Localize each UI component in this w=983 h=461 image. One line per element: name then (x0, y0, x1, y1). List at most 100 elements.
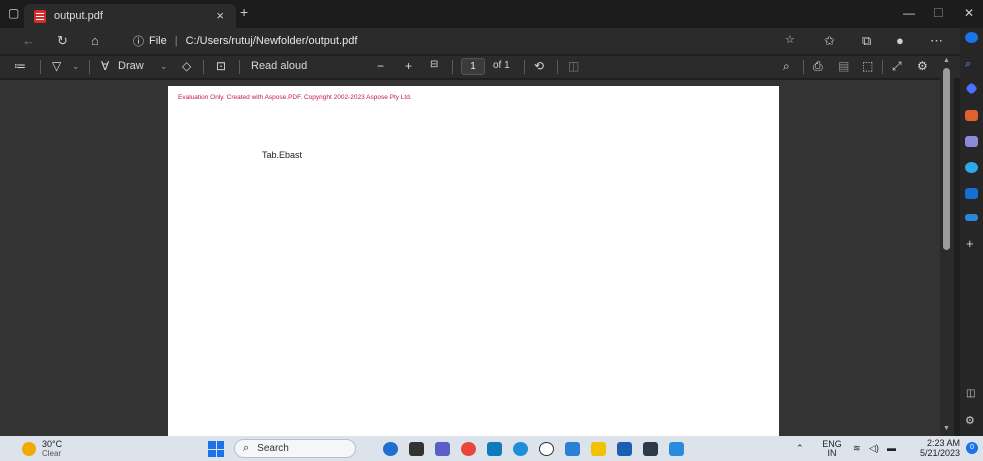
edge-icon[interactable] (513, 442, 528, 456)
refresh-icon[interactable]: ↻ (57, 33, 68, 49)
tag-icon[interactable] (965, 82, 978, 95)
gear-icon[interactable]: ⚙ (965, 414, 975, 427)
erase-icon[interactable]: ◇ (182, 59, 191, 73)
add-icon[interactable]: + (966, 236, 974, 251)
language-indicator[interactable]: ENG IN (822, 440, 842, 458)
clock-date: 5/21/2023 (919, 448, 960, 458)
chrome-icon[interactable] (461, 442, 476, 456)
taskbar: 30°C Clear ⌕ Search ⌃ ENG IN ≋ ◁) ▬ 2:23… (0, 436, 983, 461)
chevron-down-icon[interactable]: ⌄ (72, 61, 80, 72)
toolbar-divider (203, 60, 204, 74)
evaluation-watermark: Evaluation Only. Created with Aspose.PDF… (178, 94, 412, 101)
bing-chat-icon[interactable] (965, 32, 978, 43)
save-as-icon[interactable]: ⬚ (862, 59, 873, 73)
outlook-icon[interactable] (965, 188, 978, 199)
toolbar-divider (557, 60, 558, 74)
read-mode-icon[interactable]: ☆ (785, 33, 795, 46)
navigation-bar: ← ↻ ⌂ ⓘ File | C:/Users/rutuj/Newfolder/… (0, 28, 983, 54)
sun-icon (22, 442, 36, 456)
zoom-out-button[interactable]: − (377, 59, 384, 73)
fit-page-icon[interactable]: ⊟ (430, 59, 438, 70)
search-placeholder: Search (257, 443, 289, 454)
weather-desc: Clear (42, 449, 62, 458)
teams-icon[interactable] (435, 442, 450, 456)
toolbar-divider (89, 60, 90, 74)
terminal-icon[interactable] (643, 442, 658, 456)
home-icon[interactable]: ⌂ (91, 33, 99, 48)
collections-icon[interactable]: ⧉ (862, 33, 871, 49)
close-window-button[interactable]: ✕ (964, 6, 974, 20)
toolbar-divider (239, 60, 240, 74)
notification-badge[interactable]: 0 (966, 442, 978, 454)
page-number-input[interactable]: 1 (461, 58, 485, 75)
info-icon[interactable]: ⓘ (133, 33, 144, 49)
fullscreen-icon[interactable]: ⤢ (892, 59, 902, 74)
store-icon[interactable] (617, 442, 632, 456)
text-icon[interactable]: ⊡ (216, 59, 226, 73)
battery-icon[interactable]: ▬ (887, 443, 896, 453)
highlight-icon[interactable]: ▽ (52, 59, 61, 73)
pdf-toolbar: ≔ ▽ ⌄ ∀ Draw ⌄ ◇ ⊡ Read aloud − + ⊟ 1 of… (0, 56, 960, 78)
search-icon[interactable]: ⌕ (783, 59, 790, 74)
address-divider: | (174, 35, 178, 47)
app-icon[interactable] (669, 442, 684, 456)
page-total: of 1 (493, 60, 510, 71)
toolbar-divider (40, 60, 41, 74)
print-icon[interactable]: ⎙ (813, 59, 823, 74)
draw-icon[interactable]: ∀ (101, 59, 109, 73)
maximize-button[interactable]: ☐ (933, 6, 944, 20)
browser-tab[interactable]: output.pdf × (24, 4, 236, 28)
photos-icon[interactable] (565, 442, 580, 456)
send-icon[interactable] (965, 214, 978, 221)
volume-icon[interactable]: ◁) (869, 443, 879, 454)
search-icon[interactable]: ⌕ (965, 58, 971, 71)
start-button[interactable] (208, 441, 224, 457)
chevron-down-icon[interactable]: ⌄ (160, 61, 168, 72)
read-aloud-button[interactable]: Read aloud (251, 60, 307, 72)
tab-close-button[interactable]: × (216, 8, 224, 23)
tab-actions-icon[interactable]: ▢ (8, 6, 19, 20)
scroll-down-icon[interactable]: ▼ (943, 425, 950, 432)
back-icon[interactable]: ← (22, 33, 35, 48)
wifi-icon[interactable]: ≋ (853, 443, 861, 454)
sidebar-toggle-icon[interactable]: ◫ (966, 388, 975, 399)
tab-title: output.pdf (54, 10, 103, 22)
vertical-scrollbar[interactable]: ▲ ▼ (940, 56, 954, 436)
toolbar-divider (803, 60, 804, 74)
bing-icon[interactable] (383, 442, 398, 456)
games-icon[interactable] (965, 136, 978, 147)
weather-temp: 30°C (42, 439, 63, 449)
weather-widget[interactable]: 30°C Clear (22, 440, 62, 458)
toolbar-divider (524, 60, 525, 74)
chevron-up-icon[interactable]: ⌃ (796, 443, 804, 454)
task-view-icon[interactable] (409, 442, 424, 456)
draw-button[interactable]: Draw (118, 60, 144, 72)
profile-avatar[interactable]: ● (896, 33, 904, 48)
taskbar-search[interactable]: ⌕ Search (234, 439, 356, 458)
contents-icon[interactable]: ≔ (14, 59, 26, 73)
file-explorer-icon[interactable] (591, 442, 606, 456)
toolbox-icon[interactable] (965, 110, 978, 121)
toolbar-divider (882, 60, 883, 74)
office-icon[interactable] (965, 162, 978, 173)
new-tab-button[interactable]: + (240, 4, 248, 20)
dell-icon[interactable] (539, 442, 554, 456)
settings-icon[interactable]: ⚙ (917, 59, 928, 73)
pdf-page: Evaluation Only. Created with Aspose.PDF… (168, 86, 779, 436)
minimize-button[interactable]: — (903, 6, 915, 20)
favorites-icon[interactable]: ✩ (824, 33, 835, 49)
scroll-up-icon[interactable]: ▲ (943, 57, 950, 64)
address-protocol: File (149, 35, 167, 47)
more-menu-icon[interactable]: ⋯ (930, 33, 943, 49)
clock[interactable]: 2:23 AM 5/21/2023 (904, 438, 960, 458)
rotate-icon[interactable]: ⟲ (534, 59, 544, 73)
save-icon[interactable]: ▤ (838, 59, 849, 73)
toolbar-divider (452, 60, 453, 74)
scrollbar-thumb[interactable] (943, 68, 950, 250)
page-view-icon[interactable]: ◫ (568, 59, 579, 73)
search-icon: ⌕ (243, 442, 250, 454)
address-bar[interactable]: ⓘ File | C:/Users/rutuj/Newfolder/output… (133, 32, 357, 50)
zoom-in-button[interactable]: + (405, 59, 412, 73)
document-text: Tab.Ebast (262, 150, 303, 160)
mail-icon[interactable] (487, 442, 502, 456)
